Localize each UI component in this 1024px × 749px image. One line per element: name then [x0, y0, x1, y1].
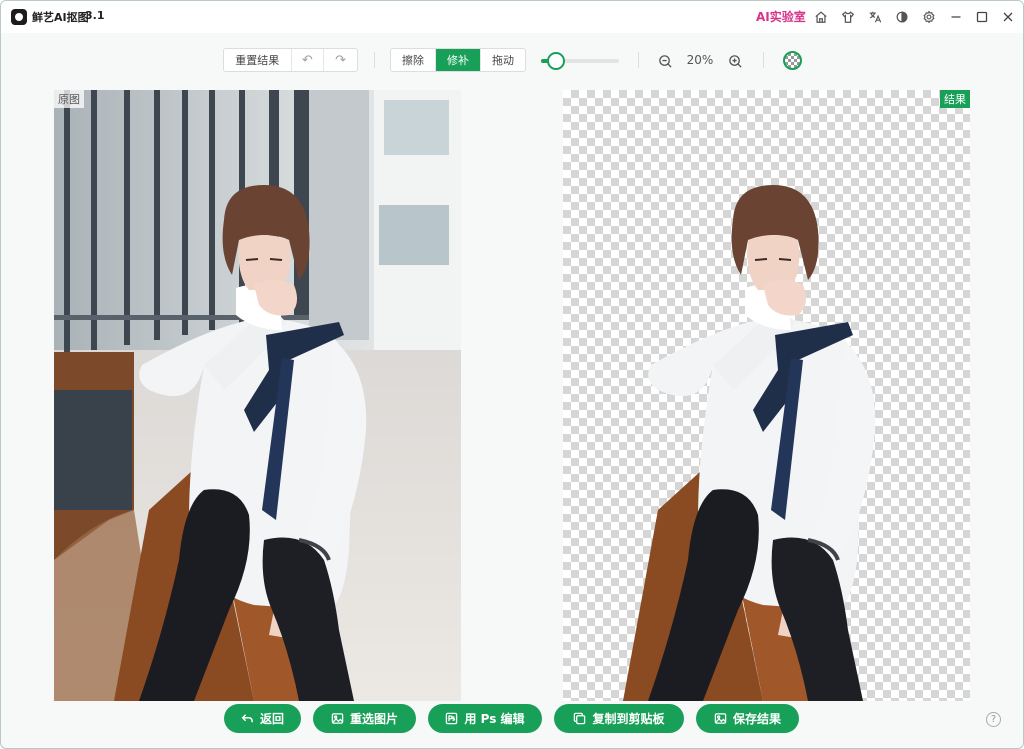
- app-name: 鲜艺AI抠图: [32, 11, 89, 24]
- mode-drag-button[interactable]: 拖动: [481, 49, 525, 71]
- original-label: 原图: [54, 90, 84, 108]
- back-icon: [241, 714, 253, 723]
- save-result-button[interactable]: 保存结果: [696, 704, 799, 733]
- copy-to-clipboard-button[interactable]: 复制到剪贴板: [554, 704, 684, 733]
- edit-toolbar: 重置结果 ↶ ↷ 擦除 修补 拖动 20%: [1, 48, 1023, 74]
- result-image-panel[interactable]: [563, 90, 970, 701]
- copy-to-clipboard-label: 复制到剪贴板: [592, 712, 665, 726]
- mode-group: 擦除 修补 拖动: [390, 48, 526, 72]
- title-bar: 鲜艺AI抠图 3.1 AI实验室: [1, 1, 1023, 33]
- redo-icon: ↷: [335, 52, 347, 68]
- maximize-button[interactable]: [971, 7, 993, 27]
- original-image-panel[interactable]: [54, 90, 461, 701]
- redo-button[interactable]: ↷: [324, 49, 357, 71]
- close-button[interactable]: [997, 7, 1019, 27]
- toolbar-divider: [638, 52, 639, 68]
- transparent-background-toggle[interactable]: [783, 51, 802, 70]
- theme-icon[interactable]: [893, 8, 911, 26]
- toolbar-divider: [763, 52, 764, 68]
- reselect-image-label: 重选图片: [349, 712, 398, 726]
- toolbar-divider: [374, 52, 375, 68]
- edit-in-ps-label: 用 Ps 编辑: [464, 712, 525, 726]
- save-image-icon: [714, 713, 727, 724]
- ps-icon: [446, 712, 458, 725]
- zoom-out-button[interactable]: [657, 53, 673, 69]
- zoom-in-icon: [728, 54, 742, 68]
- zoom-in-button[interactable]: [727, 53, 743, 69]
- brush-size-handle[interactable]: [547, 52, 565, 70]
- back-button-label: 返回: [259, 712, 284, 726]
- undo-button[interactable]: ↶: [292, 49, 325, 71]
- zoom-out-icon: [658, 54, 672, 68]
- reselect-image-button[interactable]: 重选图片: [313, 704, 416, 733]
- edit-in-ps-button[interactable]: 用 Ps 编辑: [428, 704, 542, 733]
- mode-erase-button[interactable]: 擦除: [391, 49, 436, 71]
- cutout-photo: [621, 183, 878, 701]
- copy-icon: [574, 712, 586, 725]
- action-bar: 返回 重选图片 用 Ps 编辑 复制到剪贴板 保存结果: [1, 704, 1023, 734]
- back-button[interactable]: 返回: [224, 704, 301, 733]
- app-window: 鲜艺AI抠图 3.1 AI实验室 重置结果 ↶ ↷ 擦除 修补 拖动 20% 原…: [0, 0, 1024, 749]
- history-group: 重置结果 ↶ ↷: [223, 48, 358, 72]
- app-logo-icon: [11, 9, 27, 25]
- image-icon: [331, 713, 344, 724]
- minimize-button[interactable]: [945, 7, 967, 27]
- translate-icon[interactable]: [866, 8, 884, 26]
- zoom-level: 20%: [686, 53, 714, 67]
- undo-icon: ↶: [301, 52, 313, 68]
- settings-icon[interactable]: [920, 8, 938, 26]
- home-icon[interactable]: [812, 8, 830, 26]
- reset-result-button[interactable]: 重置结果: [224, 49, 292, 71]
- skin-icon[interactable]: [839, 8, 857, 26]
- result-label: 结果: [940, 90, 970, 108]
- ai-lab-link[interactable]: AI实验室: [756, 8, 806, 25]
- help-icon[interactable]: ?: [986, 712, 1001, 727]
- save-result-label: 保存结果: [732, 712, 781, 726]
- app-version: 3.1: [85, 9, 105, 22]
- original-photo: [54, 90, 461, 701]
- mode-repair-button[interactable]: 修补: [436, 49, 481, 71]
